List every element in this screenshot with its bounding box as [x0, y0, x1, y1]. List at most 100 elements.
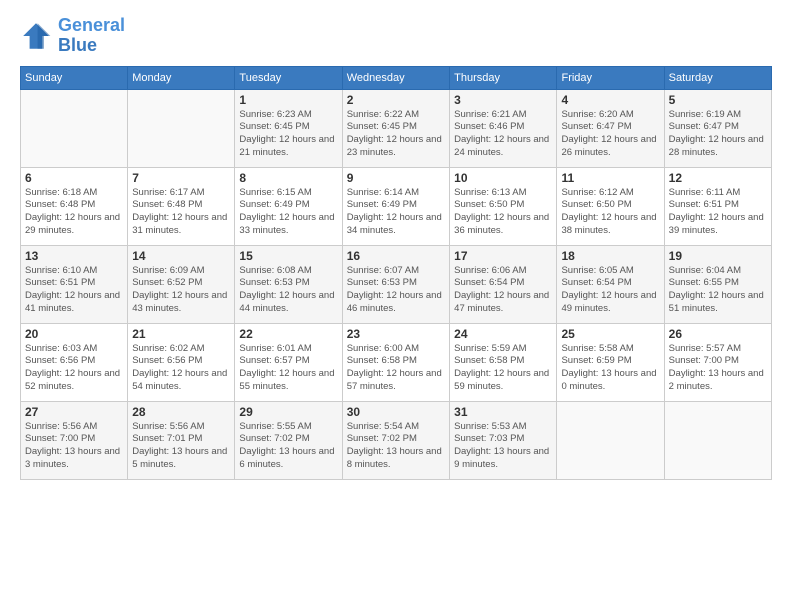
- calendar-cell: 28 Sunrise: 5:56 AM Sunset: 7:01 PM Dayli…: [128, 401, 235, 479]
- calendar-cell: 11 Sunrise: 6:12 AM Sunset: 6:50 PM Dayli…: [557, 167, 664, 245]
- day-info: Sunrise: 6:13 AM Sunset: 6:50 PM Dayligh…: [454, 187, 552, 238]
- day-number: 14: [132, 249, 230, 263]
- day-info: Sunrise: 6:09 AM Sunset: 6:52 PM Dayligh…: [132, 265, 230, 316]
- calendar-week-row: 1 Sunrise: 6:23 AM Sunset: 6:45 PM Daylig…: [21, 89, 772, 167]
- day-info: Sunrise: 6:12 AM Sunset: 6:50 PM Dayligh…: [561, 187, 659, 238]
- day-info: Sunrise: 6:10 AM Sunset: 6:51 PM Dayligh…: [25, 265, 123, 316]
- calendar-cell: 26 Sunrise: 5:57 AM Sunset: 7:00 PM Dayli…: [664, 323, 771, 401]
- day-number: 24: [454, 327, 552, 341]
- calendar-cell: 2 Sunrise: 6:22 AM Sunset: 6:45 PM Daylig…: [342, 89, 449, 167]
- day-number: 29: [239, 405, 337, 419]
- calendar-cell: 13 Sunrise: 6:10 AM Sunset: 6:51 PM Dayli…: [21, 245, 128, 323]
- logo-icon: [20, 20, 52, 52]
- day-number: 18: [561, 249, 659, 263]
- calendar-cell: 6Sunrise: 6:18 AM Sunset: 6:48 PM Daylig…: [21, 167, 128, 245]
- day-number: 26: [669, 327, 767, 341]
- calendar-table: SundayMondayTuesdayWednesdayThursdayFrid…: [20, 66, 772, 480]
- day-number: 2: [347, 93, 445, 107]
- weekday-header-cell: Tuesday: [235, 66, 342, 89]
- calendar-cell: 14 Sunrise: 6:09 AM Sunset: 6:52 PM Dayli…: [128, 245, 235, 323]
- day-number: 27: [25, 405, 123, 419]
- day-number: 31: [454, 405, 552, 419]
- day-number: 28: [132, 405, 230, 419]
- day-info: Sunrise: 6:19 AM Sunset: 6:47 PM Dayligh…: [669, 109, 767, 160]
- day-number: 13: [25, 249, 123, 263]
- day-number: 4: [561, 93, 659, 107]
- calendar-cell: 16Sunrise: 6:07 AM Sunset: 6:53 PM Dayli…: [342, 245, 449, 323]
- calendar-cell: [664, 401, 771, 479]
- day-info: Sunrise: 6:08 AM Sunset: 6:53 PM Dayligh…: [239, 265, 337, 316]
- day-number: 22: [239, 327, 337, 341]
- day-number: 30: [347, 405, 445, 419]
- day-info: Sunrise: 6:23 AM Sunset: 6:45 PM Dayligh…: [239, 109, 337, 160]
- day-info: Sunrise: 6:11 AM Sunset: 6:51 PM Dayligh…: [669, 187, 767, 238]
- day-info: Sunrise: 5:56 AM Sunset: 7:01 PM Dayligh…: [132, 421, 230, 472]
- weekday-header-cell: Saturday: [664, 66, 771, 89]
- day-number: 15: [239, 249, 337, 263]
- calendar-cell: [128, 89, 235, 167]
- day-info: Sunrise: 6:03 AM Sunset: 6:56 PM Dayligh…: [25, 343, 123, 394]
- logo: General Blue: [20, 16, 125, 56]
- day-number: 19: [669, 249, 767, 263]
- calendar-cell: 19Sunrise: 6:04 AM Sunset: 6:55 PM Dayli…: [664, 245, 771, 323]
- day-number: 3: [454, 93, 552, 107]
- calendar-cell: 22 Sunrise: 6:01 AM Sunset: 6:57 PM Dayli…: [235, 323, 342, 401]
- day-info: Sunrise: 5:58 AM Sunset: 6:59 PM Dayligh…: [561, 343, 659, 394]
- calendar-cell: [557, 401, 664, 479]
- calendar-cell: 27 Sunrise: 5:56 AM Sunset: 7:00 PM Dayli…: [21, 401, 128, 479]
- calendar-cell: 17Sunrise: 6:06 AM Sunset: 6:54 PM Dayli…: [450, 245, 557, 323]
- calendar-cell: [21, 89, 128, 167]
- calendar-week-row: 13 Sunrise: 6:10 AM Sunset: 6:51 PM Dayli…: [21, 245, 772, 323]
- calendar-cell: 23 Sunrise: 6:00 AM Sunset: 6:58 PM Dayli…: [342, 323, 449, 401]
- weekday-header-cell: Thursday: [450, 66, 557, 89]
- day-info: Sunrise: 5:56 AM Sunset: 7:00 PM Dayligh…: [25, 421, 123, 472]
- calendar-cell: 20 Sunrise: 6:03 AM Sunset: 6:56 PM Dayli…: [21, 323, 128, 401]
- day-number: 25: [561, 327, 659, 341]
- calendar-cell: 9Sunrise: 6:14 AM Sunset: 6:49 PM Daylig…: [342, 167, 449, 245]
- weekday-header-row: SundayMondayTuesdayWednesdayThursdayFrid…: [21, 66, 772, 89]
- day-info: Sunrise: 6:00 AM Sunset: 6:58 PM Dayligh…: [347, 343, 445, 394]
- day-info: Sunrise: 6:02 AM Sunset: 6:56 PM Dayligh…: [132, 343, 230, 394]
- day-info: Sunrise: 5:53 AM Sunset: 7:03 PM Dayligh…: [454, 421, 552, 472]
- calendar-cell: 4 Sunrise: 6:20 AM Sunset: 6:47 PM Daylig…: [557, 89, 664, 167]
- day-info: Sunrise: 6:05 AM Sunset: 6:54 PM Dayligh…: [561, 265, 659, 316]
- header: General Blue: [20, 16, 772, 56]
- calendar-cell: 24Sunrise: 5:59 AM Sunset: 6:58 PM Dayli…: [450, 323, 557, 401]
- day-info: Sunrise: 5:57 AM Sunset: 7:00 PM Dayligh…: [669, 343, 767, 394]
- calendar-cell: 18 Sunrise: 6:05 AM Sunset: 6:54 PM Dayli…: [557, 245, 664, 323]
- logo-text: General Blue: [58, 16, 125, 56]
- calendar-cell: 31 Sunrise: 5:53 AM Sunset: 7:03 PM Dayli…: [450, 401, 557, 479]
- calendar-week-row: 6Sunrise: 6:18 AM Sunset: 6:48 PM Daylig…: [21, 167, 772, 245]
- day-number: 1: [239, 93, 337, 107]
- calendar-cell: 7 Sunrise: 6:17 AM Sunset: 6:48 PM Daylig…: [128, 167, 235, 245]
- calendar-cell: 12Sunrise: 6:11 AM Sunset: 6:51 PM Dayli…: [664, 167, 771, 245]
- calendar-week-row: 27 Sunrise: 5:56 AM Sunset: 7:00 PM Dayli…: [21, 401, 772, 479]
- day-number: 20: [25, 327, 123, 341]
- day-number: 7: [132, 171, 230, 185]
- day-info: Sunrise: 6:01 AM Sunset: 6:57 PM Dayligh…: [239, 343, 337, 394]
- calendar-body: 1 Sunrise: 6:23 AM Sunset: 6:45 PM Daylig…: [21, 89, 772, 479]
- calendar-cell: 3 Sunrise: 6:21 AM Sunset: 6:46 PM Daylig…: [450, 89, 557, 167]
- calendar-cell: 29 Sunrise: 5:55 AM Sunset: 7:02 PM Dayli…: [235, 401, 342, 479]
- calendar-cell: 10 Sunrise: 6:13 AM Sunset: 6:50 PM Dayli…: [450, 167, 557, 245]
- day-number: 23: [347, 327, 445, 341]
- day-number: 10: [454, 171, 552, 185]
- day-info: Sunrise: 6:22 AM Sunset: 6:45 PM Dayligh…: [347, 109, 445, 160]
- day-number: 11: [561, 171, 659, 185]
- weekday-header-cell: Monday: [128, 66, 235, 89]
- day-number: 21: [132, 327, 230, 341]
- calendar-cell: 1 Sunrise: 6:23 AM Sunset: 6:45 PM Daylig…: [235, 89, 342, 167]
- calendar-cell: 21 Sunrise: 6:02 AM Sunset: 6:56 PM Dayli…: [128, 323, 235, 401]
- day-info: Sunrise: 6:14 AM Sunset: 6:49 PM Dayligh…: [347, 187, 445, 238]
- day-info: Sunrise: 5:55 AM Sunset: 7:02 PM Dayligh…: [239, 421, 337, 472]
- day-info: Sunrise: 6:20 AM Sunset: 6:47 PM Dayligh…: [561, 109, 659, 160]
- day-info: Sunrise: 6:06 AM Sunset: 6:54 PM Dayligh…: [454, 265, 552, 316]
- calendar-cell: 25 Sunrise: 5:58 AM Sunset: 6:59 PM Dayli…: [557, 323, 664, 401]
- calendar-week-row: 20 Sunrise: 6:03 AM Sunset: 6:56 PM Dayli…: [21, 323, 772, 401]
- day-number: 16: [347, 249, 445, 263]
- weekday-header-cell: Friday: [557, 66, 664, 89]
- day-info: Sunrise: 6:15 AM Sunset: 6:49 PM Dayligh…: [239, 187, 337, 238]
- day-info: Sunrise: 6:21 AM Sunset: 6:46 PM Dayligh…: [454, 109, 552, 160]
- calendar-cell: 15 Sunrise: 6:08 AM Sunset: 6:53 PM Dayli…: [235, 245, 342, 323]
- day-info: Sunrise: 6:17 AM Sunset: 6:48 PM Dayligh…: [132, 187, 230, 238]
